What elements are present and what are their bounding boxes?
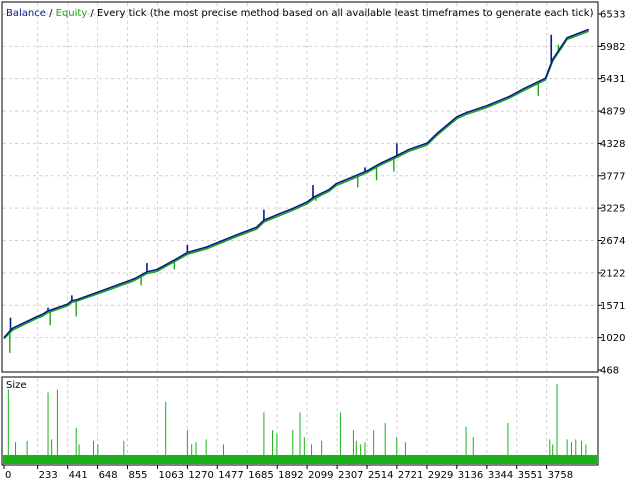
x-axis: 0 233 441 648 855 1063 1270 1477 1685 1892 2099 230… [3, 465, 573, 480]
legend-balance: Balance [6, 8, 46, 19]
x-tick-label: 2721 [398, 470, 423, 480]
chart-header: Balance / Equity / Every tick (the most … [6, 8, 594, 19]
size-panel-title: Size [6, 380, 27, 391]
y-tick-label: 4328 [600, 139, 625, 150]
y-tick-label: 3225 [600, 204, 625, 215]
x-tick-label: 1063 [158, 470, 183, 480]
x-tick-label: 3136 [458, 470, 483, 480]
y-tick-label: 1571 [600, 301, 625, 312]
x-tick-label: 1685 [248, 470, 273, 480]
x-tick-label: 648 [99, 470, 118, 480]
x-tick-label: 233 [39, 470, 58, 480]
y-tick-label: 1020 [600, 333, 625, 344]
y-tick-label: 3777 [600, 171, 625, 182]
y-tick-label: 2122 [600, 268, 625, 279]
x-tick-label: 3758 [548, 470, 573, 480]
x-tick-label: 1270 [188, 470, 213, 480]
test-mode-description: / Every tick (the most precise method ba… [87, 8, 593, 19]
x-tick-label: 2929 [428, 470, 453, 480]
y-axis: 468 1020 1571 2122 2674 3225 3777 4328 4879 5431 5… [598, 10, 625, 377]
y-tick-label: 5982 [600, 42, 625, 53]
x-tick-label: 1892 [278, 470, 303, 480]
legend-equity: Equity [56, 8, 88, 19]
x-tick-label: 441 [69, 470, 88, 480]
chart-canvas: 468 1020 1571 2122 2674 3225 3777 4328 4879 5431 5… [1, 1, 625, 480]
x-tick-label: 1477 [218, 470, 243, 480]
x-tick-label: 855 [128, 470, 147, 480]
y-tick-label: 468 [600, 366, 619, 377]
x-tick-label: 0 [5, 470, 11, 480]
x-tick-label: 2099 [308, 470, 333, 480]
strategy-tester-graph: 468 1020 1571 2122 2674 3225 3777 4328 4879 5431 5… [0, 0, 640, 480]
legend-separator: / [46, 8, 56, 19]
size-panel: Size 0 233 441 648 855 1063 1270 1477 1685 1892 20… [1, 376, 599, 480]
y-tick-label: 4879 [600, 107, 625, 118]
size-baseline-bar [3, 455, 597, 464]
main-panel: 468 1020 1571 2122 2674 3225 3777 4328 4879 5431 5… [1, 1, 625, 377]
y-tick-label: 5431 [600, 74, 625, 85]
y-tick-label: 6533 [600, 10, 625, 21]
y-tick-label: 2674 [600, 236, 625, 247]
x-tick-label: 3344 [488, 470, 513, 480]
x-tick-label: 2514 [368, 470, 393, 480]
x-tick-label: 2307 [338, 470, 363, 480]
x-tick-label: 3551 [518, 470, 543, 480]
main-panel-background [2, 2, 598, 372]
